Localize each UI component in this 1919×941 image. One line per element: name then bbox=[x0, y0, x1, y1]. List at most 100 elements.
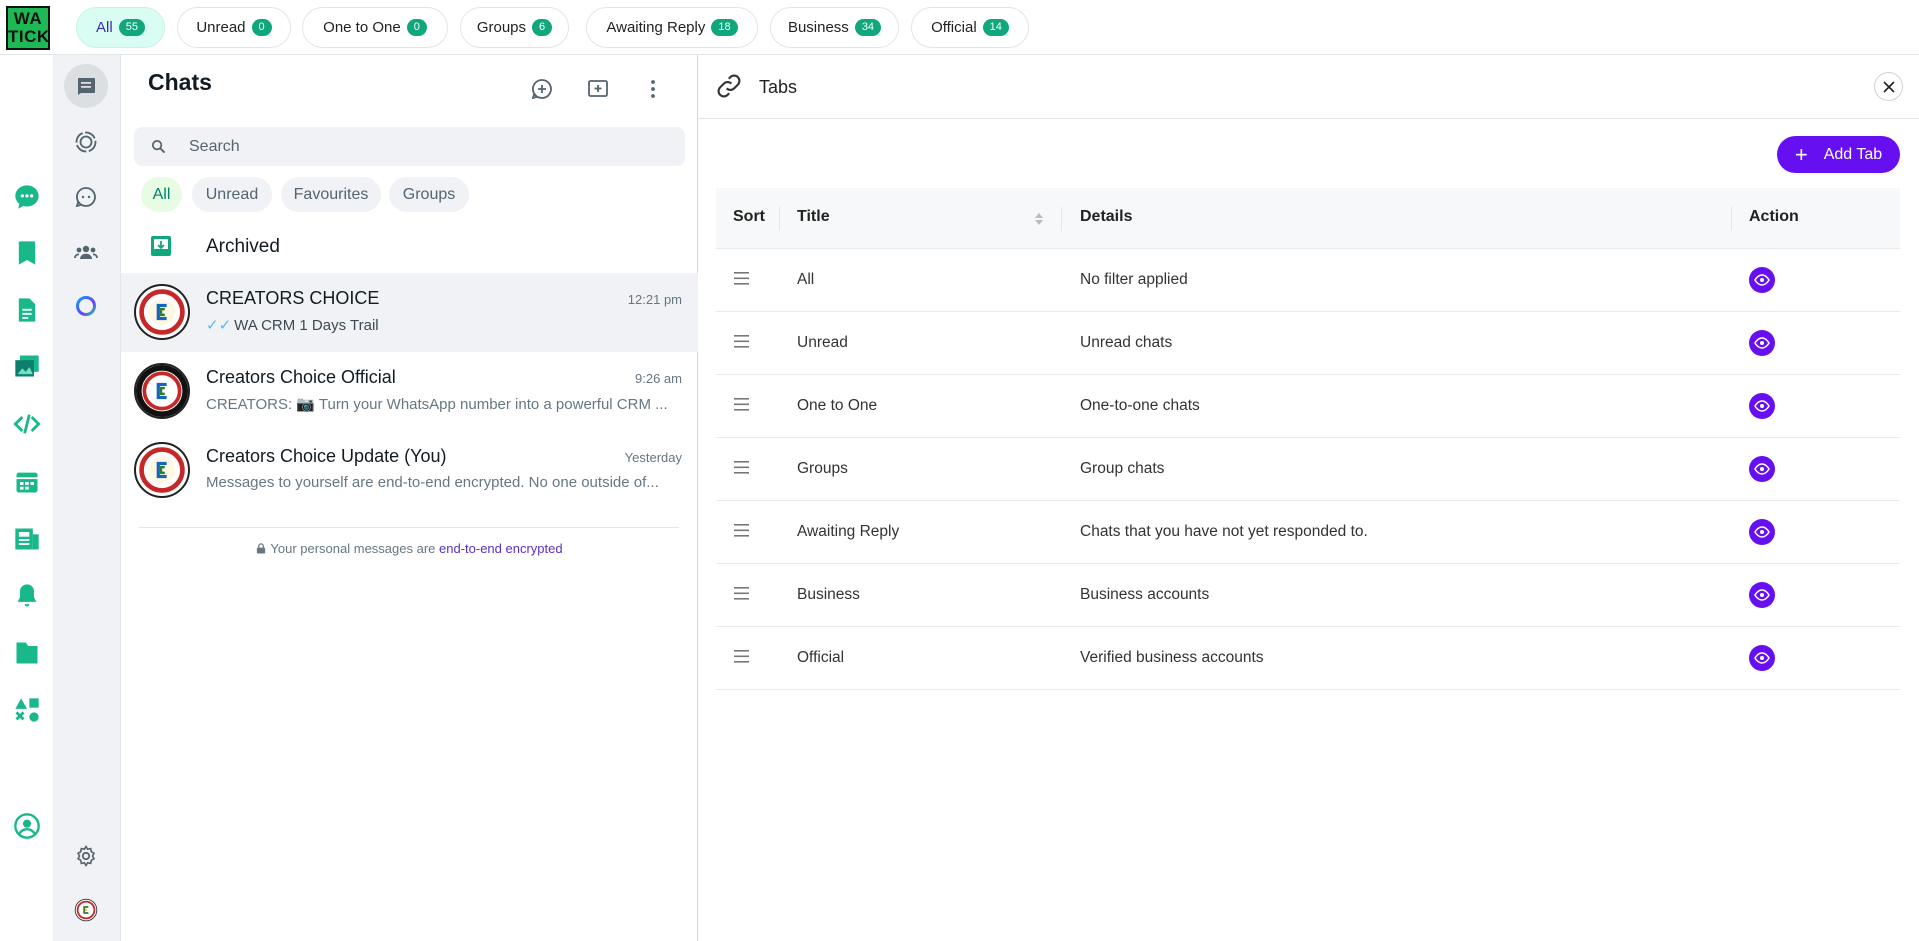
filter-tab-count: 55 bbox=[118, 19, 145, 36]
chat-dots-icon[interactable] bbox=[12, 182, 42, 212]
column-title[interactable]: Title bbox=[797, 208, 830, 226]
view-eye-icon[interactable] bbox=[1749, 645, 1775, 671]
folder-icon[interactable] bbox=[12, 638, 42, 668]
row-details: No filter applied bbox=[1080, 271, 1188, 288]
chat-preview-text: WA CRM 1 Days Trail bbox=[234, 317, 379, 334]
view-eye-icon[interactable] bbox=[1749, 267, 1775, 293]
filter-tab-official[interactable]: Official 14 bbox=[911, 7, 1029, 48]
chat-list-item[interactable]: CREATORS CHOICE 12:21 pm ✓✓ WA CRM 1 Days… bbox=[121, 273, 698, 352]
document-icon[interactable] bbox=[12, 295, 42, 325]
chat-list-item[interactable]: Creators Choice Official 9:26 am CREATOR… bbox=[121, 352, 698, 431]
row-details: One-to-one chats bbox=[1080, 397, 1200, 414]
app-icon-rail bbox=[0, 55, 54, 941]
photo-icon[interactable] bbox=[12, 351, 42, 381]
chat-name: Creators Choice Update (You) bbox=[206, 446, 447, 466]
top-filter-bar: WA TICK All 55 Unread 0 One to One 0 Gro… bbox=[0, 0, 1919, 55]
view-eye-icon[interactable] bbox=[1749, 582, 1775, 608]
chat-filter-favourites[interactable]: Favourites bbox=[281, 177, 381, 212]
column-divider bbox=[779, 207, 780, 231]
drag-handle-icon[interactable] bbox=[734, 650, 749, 663]
chats-title: Chats bbox=[148, 69, 212, 95]
chat-name: CREATORS CHOICE bbox=[206, 288, 380, 308]
drag-handle-icon[interactable] bbox=[734, 335, 749, 348]
watick-logo[interactable]: WA TICK bbox=[6, 6, 50, 50]
drag-handle-icon[interactable] bbox=[734, 398, 749, 411]
close-button[interactable] bbox=[1874, 72, 1903, 101]
row-title: Official bbox=[797, 649, 845, 666]
drag-handle-icon[interactable] bbox=[734, 524, 749, 537]
filter-tab-label: Business bbox=[787, 19, 849, 36]
encryption-note: Your personal messages are end-to-end en… bbox=[121, 541, 698, 556]
view-eye-icon[interactable] bbox=[1749, 393, 1775, 419]
table-row: One to One One-to-one chats bbox=[716, 375, 1900, 438]
bell-icon[interactable] bbox=[12, 581, 42, 611]
drag-handle-icon[interactable] bbox=[734, 461, 749, 474]
chats-icon[interactable] bbox=[64, 64, 108, 108]
filter-tab-label: Unread bbox=[196, 19, 246, 36]
chat-filter-groups[interactable]: Groups bbox=[389, 177, 469, 212]
read-ticks-icon: ✓✓ bbox=[206, 317, 232, 334]
settings-icon[interactable] bbox=[64, 834, 108, 878]
add-tab-button[interactable]: + Add Tab bbox=[1777, 136, 1900, 173]
profile-avatar[interactable] bbox=[64, 888, 108, 932]
column-action: Action bbox=[1749, 208, 1799, 225]
code-icon[interactable] bbox=[12, 409, 42, 439]
calendar-icon[interactable] bbox=[12, 467, 42, 497]
meta-ai-icon[interactable] bbox=[64, 284, 108, 328]
close-icon bbox=[1882, 80, 1895, 93]
chat-avatar bbox=[134, 442, 190, 498]
search-input[interactable] bbox=[189, 127, 669, 166]
archived-row[interactable]: Archived bbox=[121, 221, 698, 273]
chat-list-panel: Chats All Unread Favourites Groups Archi… bbox=[121, 55, 698, 941]
filter-tab-unread[interactable]: Unread 0 bbox=[177, 7, 291, 48]
chat-preview: ✓✓ WA CRM 1 Days Trail bbox=[206, 316, 676, 334]
sort-icon[interactable] bbox=[1034, 211, 1044, 227]
filter-tab-awaiting-reply[interactable]: Awaiting Reply 18 bbox=[586, 7, 758, 48]
filter-tab-label: One to One bbox=[323, 19, 401, 36]
filter-tab-count: 6 bbox=[532, 19, 553, 36]
filter-tab-groups[interactable]: Groups 6 bbox=[460, 7, 569, 48]
status-icon[interactable] bbox=[64, 120, 108, 164]
table-row: Business Business accounts bbox=[716, 564, 1900, 627]
row-details: Chats that you have not yet responded to… bbox=[1080, 523, 1368, 540]
view-eye-icon[interactable] bbox=[1749, 456, 1775, 482]
table-row: Groups Group chats bbox=[716, 438, 1900, 501]
channels-icon[interactable] bbox=[64, 175, 108, 219]
whatsapp-nav-column bbox=[54, 55, 121, 941]
filter-tab-one-to-one[interactable]: One to One 0 bbox=[302, 7, 448, 48]
drag-handle-icon[interactable] bbox=[734, 272, 749, 285]
row-title: All bbox=[797, 271, 815, 288]
archive-icon bbox=[151, 236, 171, 256]
filter-tab-business[interactable]: Business 34 bbox=[770, 7, 899, 48]
chat-time: 9:26 am bbox=[635, 371, 682, 386]
search-bar bbox=[134, 127, 685, 166]
row-title: Awaiting Reply bbox=[797, 523, 900, 540]
archived-label: Archived bbox=[206, 236, 280, 257]
new-chat-icon[interactable] bbox=[525, 72, 559, 106]
shapes-icon[interactable] bbox=[12, 695, 42, 725]
filter-tab-label: Groups bbox=[476, 19, 527, 36]
menu-kebab-icon[interactable] bbox=[636, 72, 670, 106]
filter-tab-count: 0 bbox=[251, 19, 272, 36]
row-title: One to One bbox=[797, 397, 878, 414]
chat-filter-unread[interactable]: Unread bbox=[192, 177, 272, 212]
drag-handle-icon[interactable] bbox=[734, 587, 749, 600]
chat-list-item[interactable]: Creators Choice Update (You) Yesterday M… bbox=[121, 431, 698, 510]
chat-preview: CREATORS: 📷 Turn your WhatsApp number in… bbox=[206, 396, 668, 413]
chat-filter-all[interactable]: All bbox=[141, 177, 182, 212]
column-divider bbox=[1061, 207, 1062, 231]
newspaper-icon[interactable] bbox=[12, 524, 42, 554]
tabs-panel-header: Tabs bbox=[698, 55, 1919, 119]
account-icon[interactable] bbox=[12, 811, 42, 841]
encryption-link[interactable]: end-to-end encrypted bbox=[439, 541, 563, 556]
bookmark-icon[interactable] bbox=[12, 238, 42, 268]
view-eye-icon[interactable] bbox=[1749, 330, 1775, 356]
filter-tab-count: 18 bbox=[711, 19, 738, 36]
view-eye-icon[interactable] bbox=[1749, 519, 1775, 545]
communities-icon[interactable] bbox=[64, 230, 108, 274]
column-sort: Sort bbox=[733, 208, 765, 225]
filter-tab-all[interactable]: All 55 bbox=[76, 7, 165, 48]
table-header: Sort Title Details Action bbox=[716, 188, 1900, 249]
new-group-icon[interactable] bbox=[581, 72, 615, 106]
search-icon bbox=[151, 139, 166, 154]
